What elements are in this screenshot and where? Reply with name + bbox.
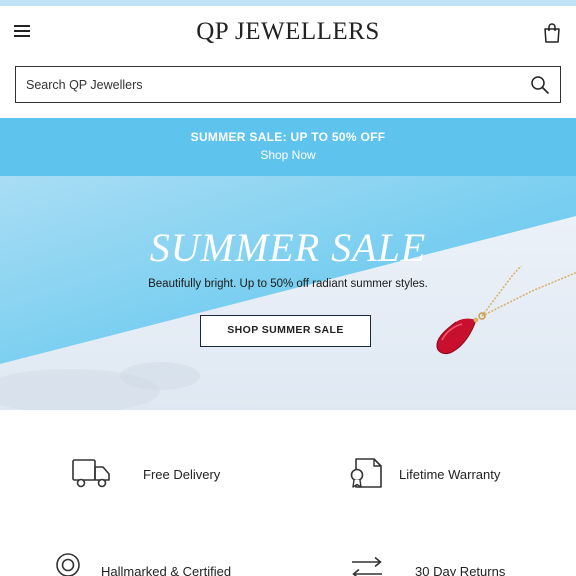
search-input[interactable]	[26, 67, 516, 102]
shopping-bag-icon[interactable]	[542, 22, 562, 44]
returns-arrows-icon	[352, 556, 382, 576]
ruby-pendant-image	[436, 266, 576, 355]
feature-lifetime-warranty: Lifetime Warranty	[348, 456, 548, 492]
feature-label: Lifetime Warranty	[399, 467, 501, 482]
feature-label: Free Delivery	[143, 467, 221, 482]
search-bar	[15, 66, 561, 103]
shop-now-link[interactable]: Shop Now	[0, 148, 576, 162]
feature-label: 30 Day Returns	[415, 564, 506, 576]
feature-free-delivery: Free Delivery	[70, 456, 270, 492]
promo-banner[interactable]: SUMMER SALE: UP TO 50% OFF Shop Now	[0, 118, 576, 176]
feature-hallmarked-certified: Hallmarked & Certified	[54, 552, 274, 576]
warranty-certificate-icon	[350, 458, 382, 488]
search-icon[interactable]	[530, 75, 550, 95]
hero-title: SUMMER SALE	[149, 225, 427, 270]
hero-banner: SUMMER SALE Beautifully bright. Up to 50…	[0, 176, 576, 410]
delivery-truck-icon	[72, 459, 110, 488]
hallmark-seal-icon	[56, 553, 80, 576]
site-logo[interactable]: QP JEWELLERS	[0, 18, 576, 46]
feature-label: Hallmarked & Certified	[101, 564, 232, 576]
shop-summer-sale-button[interactable]: SHOP SUMMER SALE	[200, 315, 371, 347]
site-header: QP JEWELLERS	[0, 6, 576, 58]
promo-title: SUMMER SALE: UP TO 50% OFF	[190, 130, 386, 144]
feature-30-day-returns: 30 Day Returns	[350, 556, 550, 576]
